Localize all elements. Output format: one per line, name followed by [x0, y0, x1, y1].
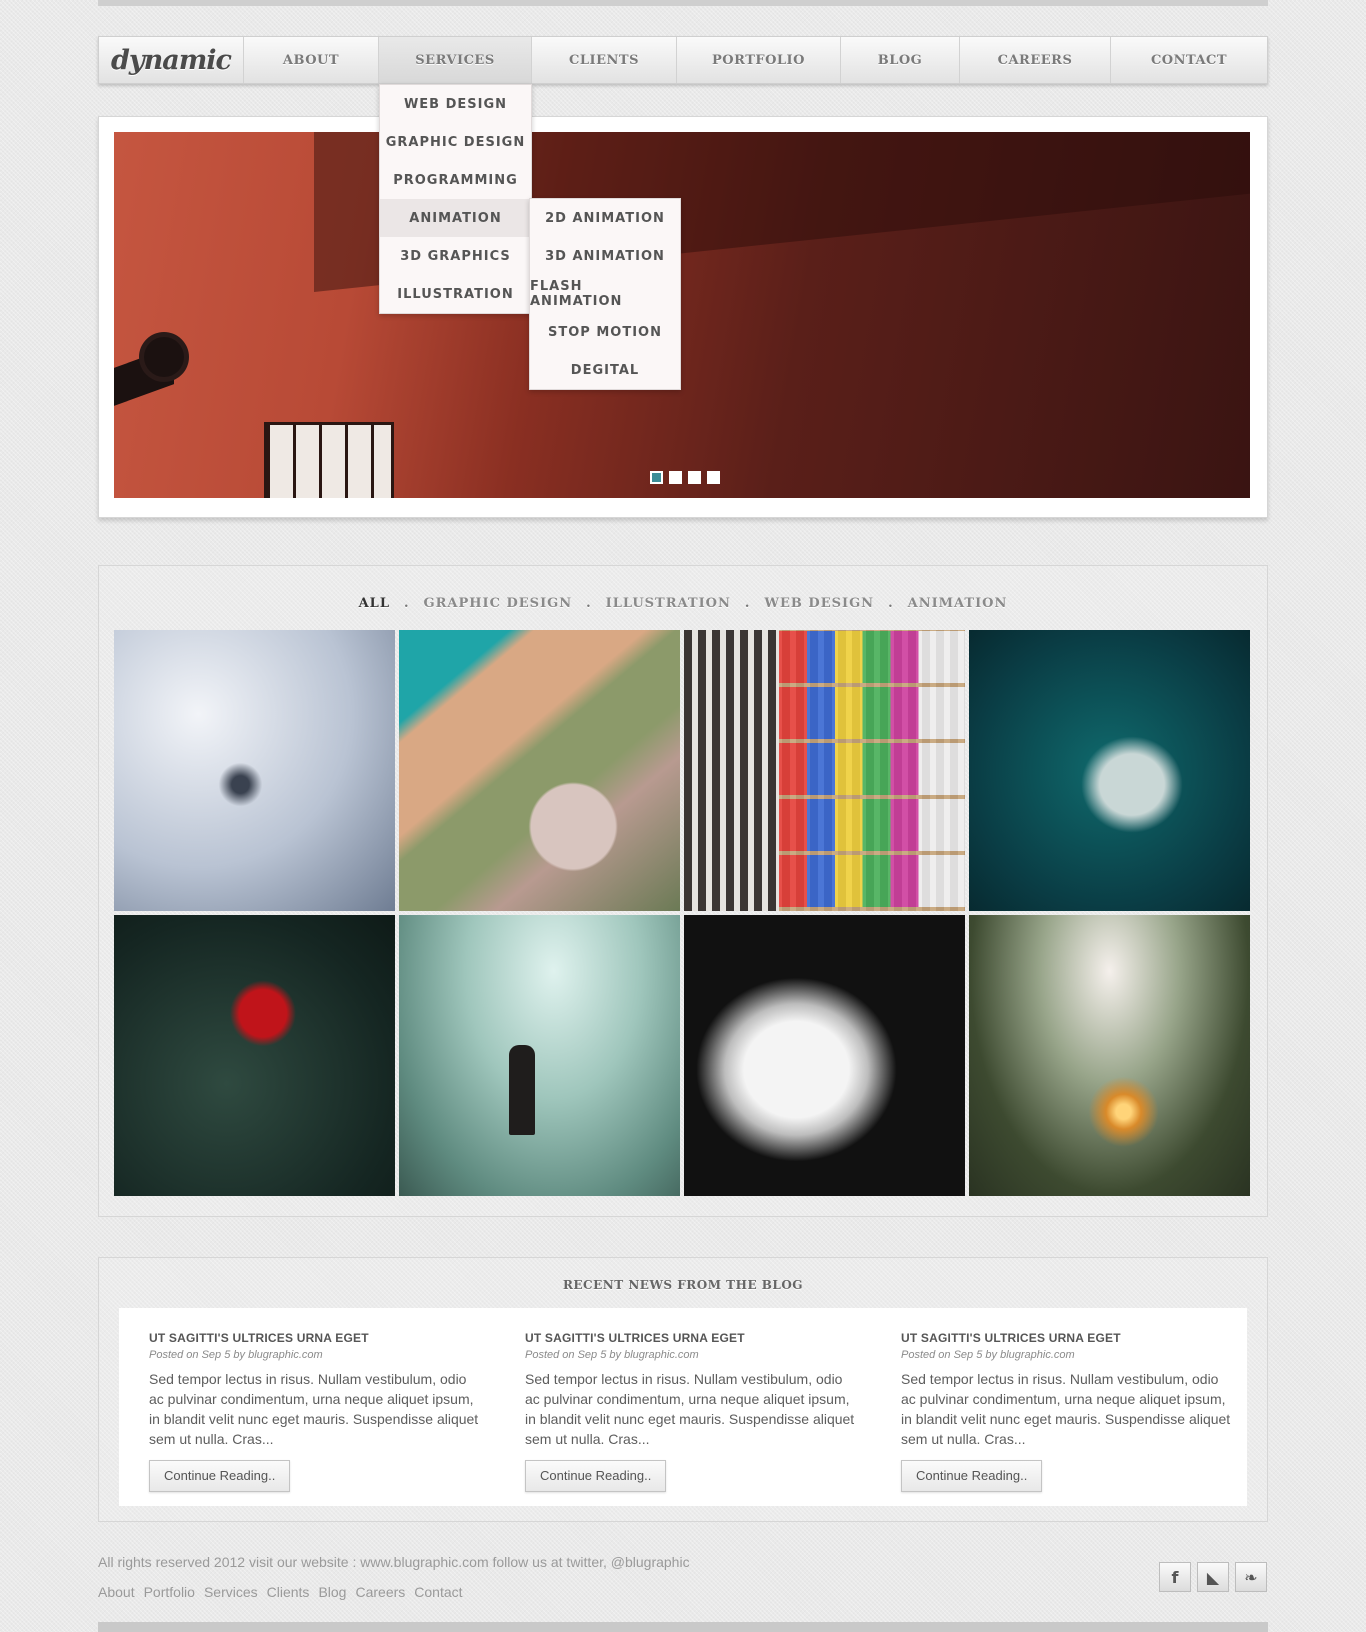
submenu-stop-motion[interactable]: STOP MOTION: [530, 313, 680, 351]
blog-section-title: RECENT NEWS FROM THE BLOG: [562, 1278, 804, 1292]
nav-clients[interactable]: CLIENTS: [532, 37, 677, 83]
bottom-bar: [98, 1622, 1268, 1632]
footer-copyright: All rights reserved 2012 visit our websi…: [98, 1554, 690, 1570]
blog-section: RECENT NEWS FROM THE BLOG UT SAGITTI'S U…: [98, 1257, 1268, 1522]
slider-dot-2[interactable]: [669, 471, 682, 484]
post-excerpt: Sed tempor lectus in risus. Nullam vesti…: [901, 1371, 1231, 1447]
continue-reading-button[interactable]: Continue Reading..: [525, 1460, 667, 1492]
services-dropdown: WEB DESIGN GRAPHIC DESIGN PROGRAMMING AN…: [379, 84, 532, 314]
nav-blog[interactable]: BLOG: [841, 37, 960, 83]
top-bar: [98, 0, 1268, 6]
post-title[interactable]: UT SAGITTI'S ULTRICES URNA EGET: [149, 1331, 479, 1345]
menu-animation[interactable]: ANIMATION: [380, 199, 531, 237]
facebook-icon[interactable]: f: [1159, 1562, 1191, 1592]
footer-link-careers[interactable]: Careers: [355, 1584, 405, 1600]
footer-links: About Portfolio Services Clients Blog Ca…: [98, 1584, 463, 1600]
post-title[interactable]: UT SAGITTI'S ULTRICES URNA EGET: [525, 1331, 855, 1345]
post-meta: Posted on Sep 5 by blugraphic.com: [149, 1349, 323, 1361]
nav-portfolio[interactable]: PORTFOLIO: [677, 37, 841, 83]
hero-balcony: [264, 422, 394, 498]
rss-icon[interactable]: ◣: [1197, 1562, 1229, 1592]
hero-pipe-opening: [144, 337, 184, 377]
footer-link-portfolio[interactable]: Portfolio: [144, 1584, 195, 1600]
filter-web-design[interactable]: WEB DESIGN: [764, 596, 874, 611]
filter-illustration[interactable]: ILLUSTRATION: [606, 596, 731, 611]
filter-separator: .: [744, 596, 751, 611]
logo[interactable]: dynamic: [99, 37, 244, 83]
menu-web-design[interactable]: WEB DESIGN: [380, 85, 531, 123]
filter-separator: .: [888, 596, 894, 611]
portfolio-item-escalator[interactable]: [399, 915, 680, 1196]
submenu-degital[interactable]: DEGITAL: [530, 351, 680, 389]
escalator-person: [509, 1045, 535, 1135]
hero-image: [114, 132, 1250, 498]
portfolio-filters: ALL . GRAPHIC DESIGN . ILLUSTRATION . WE…: [99, 596, 1267, 611]
social-links: f ◣ ❧: [1159, 1562, 1267, 1592]
filter-all[interactable]: ALL: [359, 596, 390, 611]
footer-link-about[interactable]: About: [98, 1584, 135, 1600]
animation-submenu: 2D ANIMATION 3D ANIMATION FLASH ANIMATIO…: [529, 198, 681, 390]
footer-link-clients[interactable]: Clients: [267, 1584, 310, 1600]
portfolio-item-mountain-clouds[interactable]: [114, 630, 395, 911]
blog-post: UT SAGITTI'S ULTRICES URNA EGET Posted o…: [525, 1331, 855, 1492]
filter-separator: .: [403, 596, 410, 611]
slider-dots: [650, 471, 720, 484]
slider-dot-1[interactable]: [650, 471, 663, 484]
blog-post: UT SAGITTI'S ULTRICES URNA EGET Posted o…: [149, 1331, 479, 1492]
slider-dot-4[interactable]: [707, 471, 720, 484]
submenu-flash-animation[interactable]: FLASH ANIMATION: [530, 275, 680, 313]
nav-services[interactable]: SERVICES: [379, 37, 532, 83]
slider-dot-3[interactable]: [688, 471, 701, 484]
filter-animation[interactable]: ANIMATION: [908, 596, 1008, 611]
submenu-3d-animation[interactable]: 3D ANIMATION: [530, 237, 680, 275]
portfolio-grid: [114, 630, 1250, 1196]
portfolio-section: ALL . GRAPHIC DESIGN . ILLUSTRATION . WE…: [98, 565, 1268, 1217]
post-title[interactable]: UT SAGITTI'S ULTRICES URNA EGET: [901, 1331, 1231, 1345]
filter-separator: .: [586, 596, 592, 611]
footer-link-contact[interactable]: Contact: [414, 1584, 462, 1600]
filter-graphic-design[interactable]: GRAPHIC DESIGN: [424, 596, 573, 611]
footer-link-blog[interactable]: Blog: [318, 1584, 346, 1600]
post-meta: Posted on Sep 5 by blugraphic.com: [525, 1349, 699, 1361]
menu-3d-graphics[interactable]: 3D GRAPHICS: [380, 237, 531, 275]
hero-slider: [98, 116, 1268, 518]
menu-programming[interactable]: PROGRAMMING: [380, 161, 531, 199]
nav-contact[interactable]: CONTACT: [1111, 37, 1267, 83]
portfolio-item-aerial-beach[interactable]: [399, 630, 680, 911]
nav-about[interactable]: ABOUT: [244, 37, 379, 83]
continue-reading-button[interactable]: Continue Reading..: [149, 1460, 291, 1492]
menu-graphic-design[interactable]: GRAPHIC DESIGN: [380, 123, 531, 161]
continue-reading-button[interactable]: Continue Reading..: [901, 1460, 1043, 1492]
blog-post: UT SAGITTI'S ULTRICES URNA EGET Posted o…: [901, 1331, 1231, 1492]
blog-posts: UT SAGITTI'S ULTRICES URNA EGET Posted o…: [119, 1308, 1247, 1506]
post-excerpt: Sed tempor lectus in risus. Nullam vesti…: [525, 1371, 855, 1447]
nav-careers[interactable]: CAREERS: [960, 37, 1111, 83]
footer-link-services[interactable]: Services: [204, 1584, 258, 1600]
main-nav: dynamic ABOUT SERVICES CLIENTS PORTFOLIO…: [98, 36, 1268, 84]
shelf-paint-cans: [779, 630, 965, 911]
post-meta: Posted on Sep 5 by blugraphic.com: [901, 1349, 1075, 1361]
post-excerpt: Sed tempor lectus in risus. Nullam vesti…: [149, 1371, 479, 1447]
portfolio-item-paint-shelves[interactable]: [684, 630, 965, 911]
portfolio-item-owl[interactable]: [684, 915, 965, 1196]
portfolio-item-fish[interactable]: [969, 630, 1250, 911]
portfolio-item-sparkler[interactable]: [969, 915, 1250, 1196]
portfolio-item-rose[interactable]: [114, 915, 395, 1196]
menu-illustration[interactable]: ILLUSTRATION: [380, 275, 531, 313]
twitter-icon[interactable]: ❧: [1235, 1562, 1267, 1592]
submenu-2d-animation[interactable]: 2D ANIMATION: [530, 199, 680, 237]
